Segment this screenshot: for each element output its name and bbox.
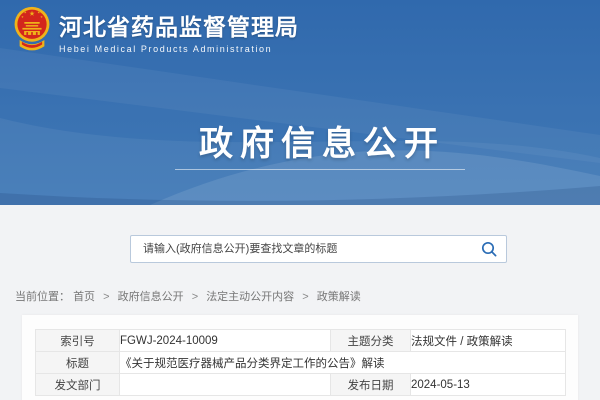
- header-banner: 河北省药品监督管理局 Hebei Medical Products Admini…: [0, 0, 600, 205]
- search-button[interactable]: [472, 236, 506, 262]
- document-meta-table: 索引号 FGWJ-2024-10009 主题分类 法规文件 / 政策解读 标题 …: [35, 329, 566, 396]
- breadcrumb-separator: >: [103, 291, 109, 303]
- page-title: 政府信息公开: [0, 116, 600, 165]
- org-names: 河北省药品监督管理局 Hebei Medical Products Admini…: [59, 5, 299, 54]
- breadcrumb-separator: >: [192, 291, 198, 303]
- index-number-label: 索引号: [36, 330, 120, 352]
- topic-category-value: 法规文件 / 政策解读: [411, 330, 566, 352]
- index-number-value: FGWJ-2024-10009: [120, 330, 331, 352]
- page: 河北省药品监督管理局 Hebei Medical Products Admini…: [0, 0, 600, 400]
- topic-category-label: 主题分类: [331, 330, 411, 352]
- table-row: 发文部门 发布日期 2024-05-13: [36, 374, 566, 396]
- china-national-emblem-icon: [14, 5, 50, 57]
- search-icon: [480, 240, 498, 258]
- breadcrumb-policy-interpretation[interactable]: 政策解读: [317, 291, 361, 303]
- breadcrumb-home[interactable]: 首页: [73, 291, 95, 303]
- table-row: 索引号 FGWJ-2024-10009 主题分类 法规文件 / 政策解读: [36, 330, 566, 352]
- publish-date-value: 2024-05-13: [411, 374, 566, 396]
- breadcrumb-info-disclosure[interactable]: 政府信息公开: [118, 291, 184, 303]
- org-name-zh: 河北省药品监督管理局: [59, 14, 299, 40]
- document-meta-card: 索引号 FGWJ-2024-10009 主题分类 法规文件 / 政策解读 标题 …: [22, 315, 578, 400]
- publish-date-label: 发布日期: [331, 374, 411, 396]
- breadcrumb-separator: >: [302, 291, 308, 303]
- issuing-department-value: [120, 374, 331, 396]
- issuing-department-label: 发文部门: [36, 374, 120, 396]
- search-box: [130, 235, 507, 263]
- document-title-value[interactable]: 《关于规范医疗器械产品分类界定工作的公告》解读: [120, 352, 566, 374]
- org-name-en: Hebei Medical Products Administration: [59, 44, 299, 54]
- breadcrumb-statutory-content[interactable]: 法定主动公开内容: [206, 291, 294, 303]
- site-logo[interactable]: 河北省药品监督管理局 Hebei Medical Products Admini…: [14, 5, 299, 57]
- search-input[interactable]: [131, 236, 472, 262]
- title-underline: [175, 169, 465, 170]
- title-label: 标题: [36, 352, 120, 374]
- table-row: 标题 《关于规范医疗器械产品分类界定工作的公告》解读: [36, 352, 566, 374]
- breadcrumb: 当前位置： 首页 > 政府信息公开 > 法定主动公开内容 > 政策解读: [15, 288, 361, 304]
- breadcrumb-prefix: 当前位置：: [15, 291, 70, 303]
